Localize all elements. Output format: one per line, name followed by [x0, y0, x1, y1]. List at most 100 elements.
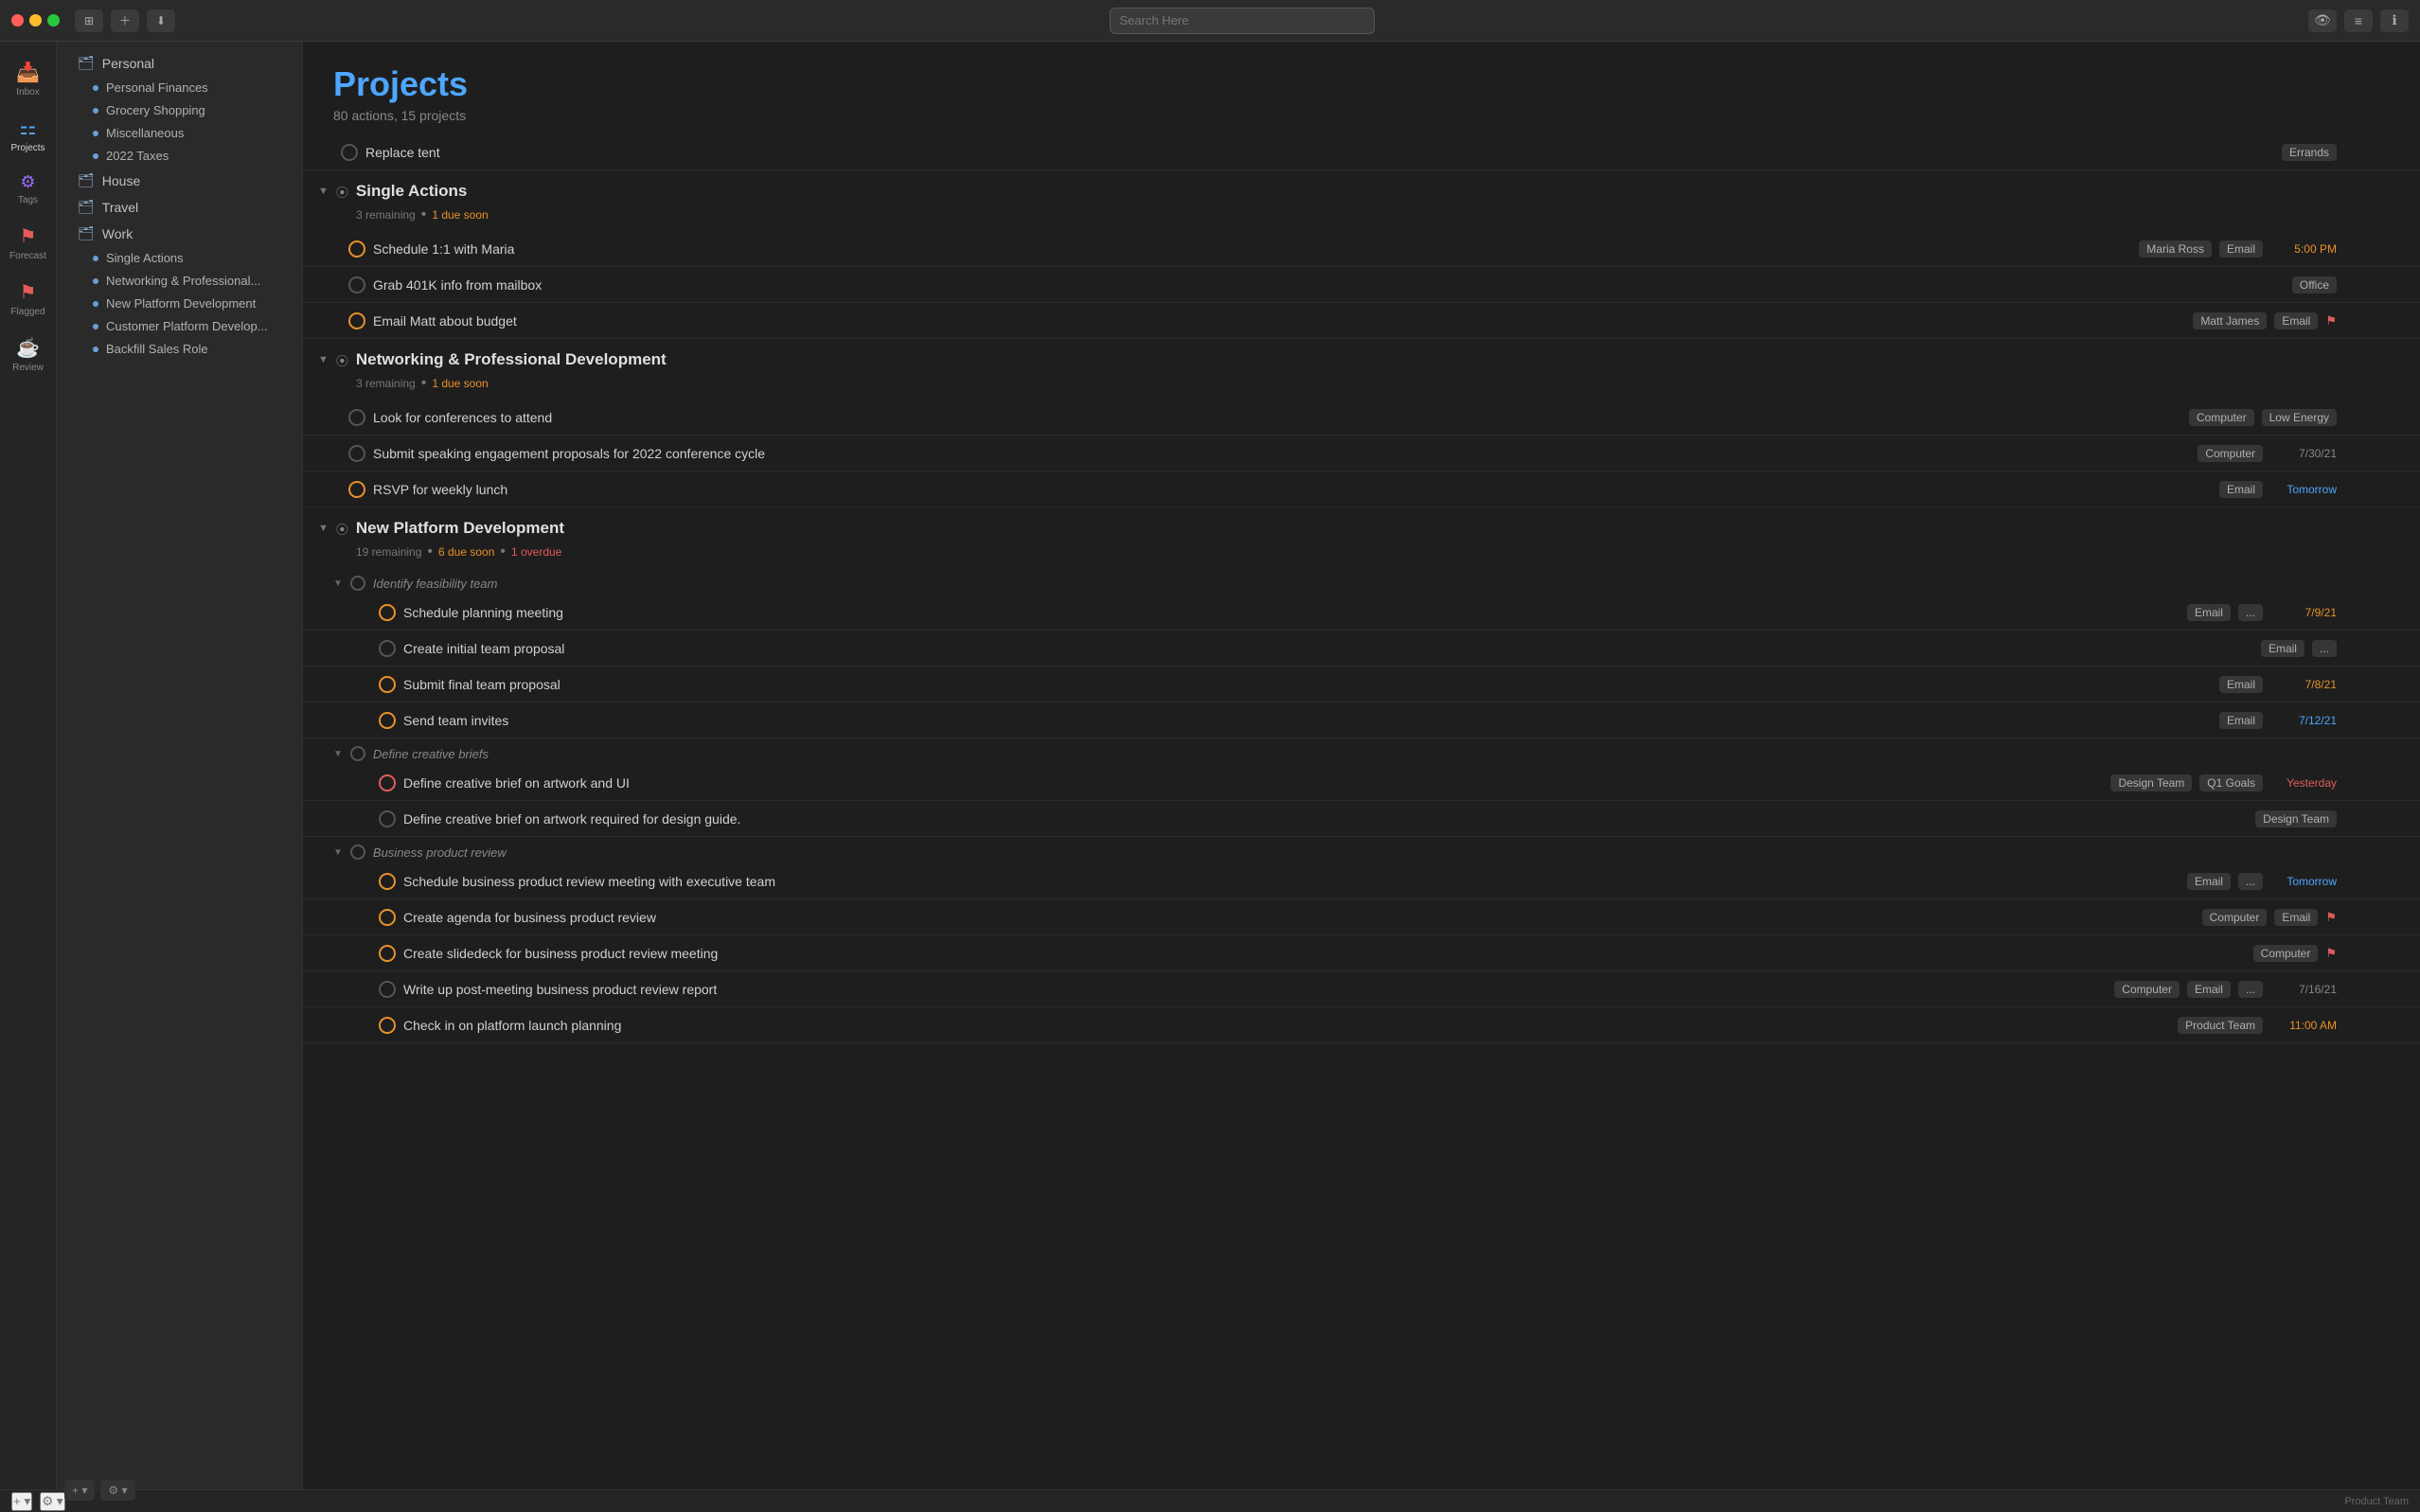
note-button[interactable]: ≡	[2344, 674, 2365, 695]
flag-button[interactable]: ⚑	[2369, 809, 2390, 829]
sidebar-item-tags[interactable]: ⚙ Tags	[4, 165, 53, 213]
flag-button[interactable]: ⚑	[2369, 239, 2390, 259]
action-checkbox[interactable]	[379, 810, 396, 827]
tag-badge[interactable]: ...	[2312, 640, 2337, 657]
action-checkbox[interactable]	[348, 481, 365, 498]
tag-badge[interactable]: Design Team	[2110, 774, 2192, 792]
note-button[interactable]: ≡	[2344, 602, 2365, 623]
download-button[interactable]: ⬇	[147, 9, 175, 32]
note-button[interactable]: ≡	[2344, 907, 2365, 928]
add-button[interactable]: ＋	[111, 9, 139, 32]
view-button[interactable]: 👁	[2308, 9, 2337, 32]
minimize-button[interactable]	[29, 14, 42, 27]
sub-section-header-business-review[interactable]: ▼ Business product review	[303, 837, 2420, 863]
flag-button[interactable]: ⚑	[2369, 479, 2390, 500]
note-button[interactable]: ≡	[2344, 871, 2365, 892]
tag-badge[interactable]: Design Team	[2255, 810, 2337, 827]
tag-badge[interactable]: Email	[2219, 712, 2263, 729]
note-button[interactable]: ≡	[2344, 142, 2365, 163]
tag-badge[interactable]: Email	[2274, 909, 2318, 926]
tag-badge[interactable]: Email	[2219, 240, 2263, 258]
note-button[interactable]: ≡	[2344, 1015, 2365, 1036]
nav-item-personal[interactable]: 🗂 Personal	[62, 50, 296, 76]
tag-badge[interactable]: ...	[2238, 604, 2263, 621]
flag-button[interactable]: ⚑	[2369, 407, 2390, 428]
tag-badge[interactable]: Email	[2219, 676, 2263, 693]
tag-badge[interactable]: Maria Ross	[2139, 240, 2212, 258]
action-checkbox[interactable]	[341, 144, 358, 161]
action-checkbox[interactable]	[350, 845, 365, 860]
tag-badge[interactable]: ...	[2238, 873, 2263, 890]
tag-badge[interactable]: Computer	[2189, 409, 2254, 426]
action-checkbox[interactable]	[379, 945, 396, 962]
add-project-button[interactable]: + ▾	[64, 1480, 95, 1489]
tag-badge[interactable]: Office	[2292, 276, 2337, 294]
nav-item-customer-platform[interactable]: Customer Platform Develop...	[62, 315, 296, 337]
action-checkbox[interactable]	[379, 909, 396, 926]
action-checkbox[interactable]	[379, 774, 396, 792]
section-header-new-platform[interactable]: ▼ ⦿ New Platform Development	[303, 507, 2420, 542]
nav-item-backfill-sales[interactable]: Backfill Sales Role	[62, 338, 296, 360]
tag-badge[interactable]: Computer	[2202, 909, 2268, 926]
action-checkbox[interactable]	[379, 1017, 396, 1034]
tag-badge[interactable]: Email	[2274, 312, 2318, 329]
note-button[interactable]: ≡	[2344, 407, 2365, 428]
tag-badge[interactable]: Errands	[2282, 144, 2337, 161]
tag-badge[interactable]: Computer	[2114, 981, 2180, 998]
sidebar-item-flagged[interactable]: ⚑ Flagged	[4, 273, 53, 325]
flag-button[interactable]: ⚑	[2369, 674, 2390, 695]
add-item-button[interactable]: + ▾	[11, 1492, 32, 1511]
info-button[interactable]: ℹ	[2380, 9, 2409, 32]
tag-badge[interactable]: Product Team	[2178, 1017, 2263, 1034]
tag-badge[interactable]: Email	[2219, 481, 2263, 498]
flag-button[interactable]: ⚑	[2369, 871, 2390, 892]
note-button[interactable]: ≡	[2344, 443, 2365, 464]
flag-button[interactable]: ⚑	[2369, 1015, 2390, 1036]
nav-item-networking[interactable]: Networking & Professional...	[62, 270, 296, 292]
sidebar-item-projects[interactable]: ⚏ Projects	[4, 109, 53, 161]
sub-section-header-creative-briefs[interactable]: ▼ Define creative briefs	[303, 738, 2420, 765]
action-checkbox[interactable]	[348, 240, 365, 258]
note-button[interactable]: ≡	[2344, 710, 2365, 731]
sidebar-item-review[interactable]: ☕ Review	[4, 329, 53, 381]
action-checkbox[interactable]	[379, 604, 396, 621]
nav-item-grocery-shopping[interactable]: Grocery Shopping	[62, 99, 296, 121]
note-button[interactable]: ≡	[2344, 638, 2365, 659]
action-checkbox[interactable]	[350, 576, 365, 591]
tag-badge[interactable]: Email	[2187, 981, 2231, 998]
nav-item-new-platform[interactable]: New Platform Development	[62, 293, 296, 314]
tag-badge[interactable]: Email	[2187, 873, 2231, 890]
action-checkbox[interactable]	[379, 712, 396, 729]
action-checkbox[interactable]	[379, 981, 396, 998]
nav-item-personal-finances[interactable]: Personal Finances	[62, 77, 296, 98]
settings-button[interactable]: ⚙ ▾	[100, 1480, 134, 1489]
close-button[interactable]	[11, 14, 24, 27]
tag-badge[interactable]: Email	[2261, 640, 2304, 657]
note-button[interactable]: ≡	[2344, 943, 2365, 964]
action-checkbox[interactable]	[379, 873, 396, 890]
flag-button[interactable]: ⚑	[2369, 142, 2390, 163]
tag-badge[interactable]: Email	[2187, 604, 2231, 621]
section-header-networking[interactable]: ▼ ⦿ Networking & Professional Developmen…	[303, 339, 2420, 373]
note-button[interactable]: ≡	[2344, 773, 2365, 793]
note-button[interactable]: ≡	[2344, 239, 2365, 259]
flag-button[interactable]: ⚑	[2369, 602, 2390, 623]
search-input[interactable]	[1110, 8, 1375, 34]
note-button[interactable]: ≡	[2344, 479, 2365, 500]
action-checkbox[interactable]	[348, 276, 365, 294]
sidebar-item-inbox[interactable]: 📥 Inbox	[4, 53, 53, 105]
tag-badge[interactable]: Low Energy	[2262, 409, 2337, 426]
tag-badge[interactable]: Q1 Goals	[2199, 774, 2263, 792]
note-button[interactable]: ≡	[2344, 311, 2365, 331]
nav-item-house[interactable]: 🗂 House	[62, 168, 296, 193]
sub-section-header-feasibility[interactable]: ▼ Identify feasibility team	[303, 568, 2420, 595]
tag-badge[interactable]: Computer	[2198, 445, 2263, 462]
note-button[interactable]: ≡	[2344, 979, 2365, 1000]
note-button[interactable]: ≡	[2344, 809, 2365, 829]
action-checkbox[interactable]	[379, 676, 396, 693]
action-checkbox[interactable]	[348, 312, 365, 329]
tag-badge[interactable]: Matt James	[2193, 312, 2267, 329]
nav-item-travel[interactable]: 🗂 Travel	[62, 194, 296, 220]
flag-button[interactable]: ⚑	[2369, 943, 2390, 964]
nav-item-2022-taxes[interactable]: 2022 Taxes	[62, 145, 296, 167]
